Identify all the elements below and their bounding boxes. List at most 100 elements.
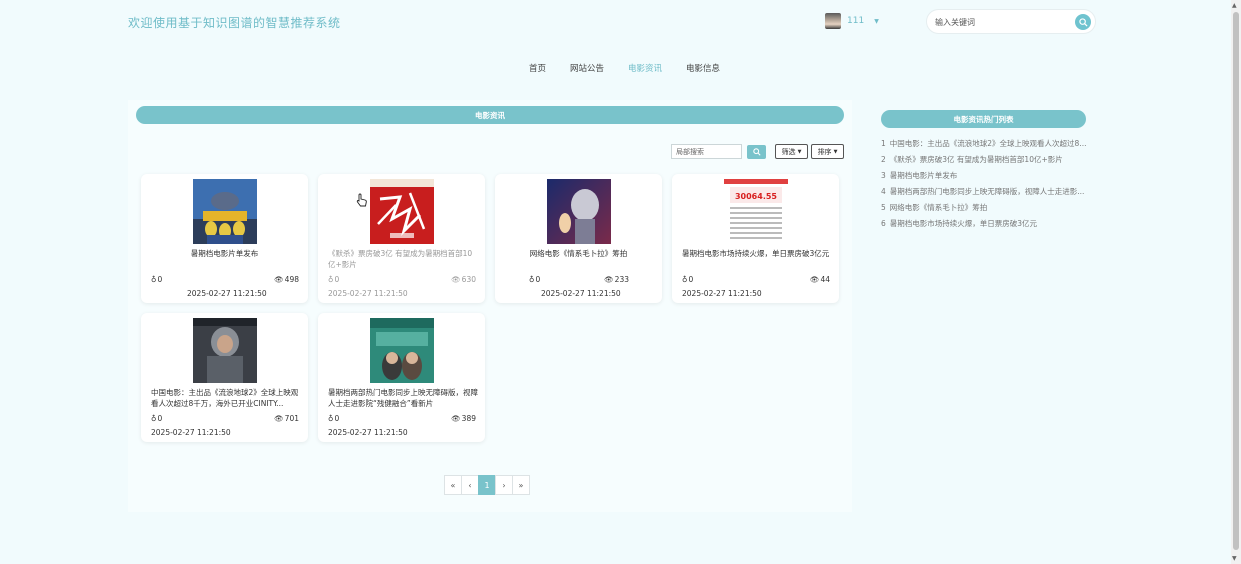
- main-panel: [128, 100, 852, 512]
- view-value: 701: [284, 414, 299, 423]
- filter-dropdown[interactable]: 筛选 ▼: [775, 144, 808, 159]
- sort-dropdown[interactable]: 排序 ▼: [811, 144, 844, 159]
- hot-rank: 3: [881, 171, 886, 180]
- news-card[interactable]: 30064.55 暑期档电影市场持续火爆，单日票房破3亿元 ♁ 0 👁 44 202…: [672, 174, 839, 303]
- header-search: [926, 9, 1096, 34]
- news-card[interactable]: 暑期档电影片单发布 ♁ 0 👁 498 2025-02-27 11:21:50: [141, 174, 308, 303]
- search-icon: [1078, 17, 1088, 27]
- scroll-up-icon[interactable]: ▲: [1232, 2, 1237, 9]
- hot-list-item[interactable]: 6 暑期档电影市场持续火爆，单日票房破3亿元: [881, 219, 1091, 235]
- search-button[interactable]: [1075, 14, 1091, 30]
- like-count[interactable]: ♁ 0: [151, 275, 162, 284]
- poster-image[interactable]: [193, 179, 257, 244]
- hot-list-item[interactable]: 2 《默杀》票房破3亿 有望成为暑期档首部10亿+影片: [881, 155, 1091, 171]
- view-count: 👁 389: [451, 414, 476, 423]
- page-first[interactable]: «: [444, 475, 462, 495]
- card-meta: ♁ 0 👁 233: [529, 275, 629, 284]
- view-count: 👁 498: [274, 275, 299, 284]
- news-card[interactable]: 网络电影《情系毛卜拉》筹拍 ♁ 0 👁 233 2025-02-27 11:21:5…: [495, 174, 662, 303]
- hot-list: 1 中国电影：主出品《流浪地球2》全球上映观看人次超过8... 2 《默杀》票房破3…: [881, 139, 1091, 235]
- poster-image[interactable]: 30064.55: [724, 179, 788, 244]
- local-search-input[interactable]: [671, 144, 742, 159]
- card-date: 2025-02-27 11:21:50: [328, 289, 408, 298]
- local-search-button[interactable]: [747, 145, 766, 159]
- view-value: 44: [820, 275, 830, 284]
- thumbs-up-icon: ♁: [682, 275, 688, 284]
- card-title[interactable]: 网络电影《情系毛卜拉》筹拍: [495, 248, 662, 259]
- search-icon: [752, 148, 761, 156]
- like-count[interactable]: ♁ 0: [151, 414, 162, 423]
- page-last[interactable]: »: [512, 475, 530, 495]
- view-count: 👁 630: [451, 275, 476, 284]
- view-count: 👁 233: [604, 275, 629, 284]
- like-value: 0: [535, 275, 541, 284]
- news-card[interactable]: 《默杀》票房破3亿 有望成为暑期档首部10亿+影片 ♁ 0 👁 630 2025-0…: [318, 174, 485, 303]
- main-nav: 首页 网站公告 电影资讯 电影信息: [0, 62, 1241, 74]
- scroll-down-icon[interactable]: ▼: [1232, 555, 1237, 562]
- hot-title[interactable]: 中国电影：主出品《流浪地球2》全球上映观看人次超过8...: [890, 139, 1087, 148]
- search-input[interactable]: [935, 15, 1070, 29]
- poster-image[interactable]: [547, 179, 611, 244]
- card-meta: ♁ 0 👁 44: [682, 275, 830, 284]
- hot-list-item[interactable]: 3 暑期档电影片单发布: [881, 171, 1091, 187]
- eye-icon: 👁: [604, 275, 614, 284]
- hot-title[interactable]: 网络电影《情系毛卜拉》筹拍: [890, 203, 988, 212]
- view-count: 👁 701: [274, 414, 299, 423]
- like-value: 0: [157, 275, 163, 284]
- card-meta: ♁ 0 👁 630: [328, 275, 476, 284]
- poster-image[interactable]: [370, 318, 434, 383]
- news-card[interactable]: 中国电影：主出品《流浪地球2》全球上映观看人次超过8千万，海外已开业CINITY…: [141, 313, 308, 442]
- card-meta: ♁ 0 👁 498: [151, 275, 299, 284]
- nav-announcements[interactable]: 网站公告: [570, 62, 604, 74]
- hot-title[interactable]: 《默杀》票房破3亿 有望成为暑期档首部10亿+影片: [890, 155, 1063, 164]
- view-count: 👁 44: [810, 275, 830, 284]
- card-title[interactable]: 中国电影：主出品《流浪地球2》全球上映观看人次超过8千万，海外已开业CINITY…: [151, 387, 301, 409]
- view-value: 233: [614, 275, 629, 284]
- page-current[interactable]: 1: [478, 475, 496, 495]
- like-count[interactable]: ♁ 0: [328, 275, 339, 284]
- card-title[interactable]: 暑期档电影市场持续火爆，单日票房破3亿元: [682, 248, 832, 259]
- sidebar-title: 电影资讯热门列表: [881, 110, 1086, 128]
- chevron-down-icon[interactable]: ▼: [874, 18, 879, 25]
- card-date: 2025-02-27 11:21:50: [187, 289, 267, 298]
- like-count[interactable]: ♁ 0: [328, 414, 339, 423]
- like-count[interactable]: ♁ 0: [682, 275, 693, 284]
- thumbs-up-icon: ♁: [151, 414, 157, 423]
- caret-down-icon: ▼: [797, 148, 802, 155]
- nav-movie-news[interactable]: 电影资讯: [628, 62, 662, 74]
- user-menu[interactable]: 111 ▼: [825, 13, 879, 29]
- page-prev[interactable]: ‹: [461, 475, 479, 495]
- pagination: « ‹ 1 › »: [444, 475, 530, 495]
- nav-home[interactable]: 首页: [529, 62, 546, 74]
- card-title[interactable]: 《默杀》票房破3亿 有望成为暑期档首部10亿+影片: [328, 248, 478, 270]
- card-meta: ♁ 0 👁 389: [328, 414, 476, 423]
- poster-image[interactable]: [370, 179, 434, 244]
- thumbs-up-icon: ♁: [328, 275, 334, 284]
- sort-label: 排序: [817, 147, 832, 156]
- hot-title[interactable]: 暑期档电影市场持续火爆，单日票房破3亿元: [890, 219, 1037, 228]
- card-title[interactable]: 暑期档电影片单发布: [141, 248, 308, 259]
- scrollbar[interactable]: ▲ ▼: [1231, 0, 1241, 564]
- page-next[interactable]: ›: [495, 475, 513, 495]
- hot-list-item[interactable]: 4 暑期档两部热门电影同步上映无障碍版，视障人士走进影...: [881, 187, 1091, 203]
- nav-movie-info[interactable]: 电影信息: [686, 62, 720, 74]
- scroll-thumb[interactable]: [1233, 12, 1239, 550]
- news-card[interactable]: 暑期档两部热门电影同步上映无障碍版，视障人士走进影院“残健融合”看新片 ♁ 0 👁…: [318, 313, 485, 442]
- hot-list-item[interactable]: 1 中国电影：主出品《流浪地球2》全球上映观看人次超过8...: [881, 139, 1091, 155]
- card-title[interactable]: 暑期档两部热门电影同步上映无障碍版，视障人士走进影院“残健融合”看新片: [328, 387, 478, 409]
- user-name[interactable]: 111: [847, 16, 864, 26]
- like-count[interactable]: ♁ 0: [529, 275, 540, 284]
- hot-title[interactable]: 暑期档两部热门电影同步上映无障碍版，视障人士走进影...: [890, 187, 1085, 196]
- card-date: 2025-02-27 11:21:50: [541, 289, 621, 298]
- avatar[interactable]: [825, 13, 841, 29]
- hot-title[interactable]: 暑期档电影片单发布: [890, 171, 958, 180]
- hot-list-item[interactable]: 5 网络电影《情系毛卜拉》筹拍: [881, 203, 1091, 219]
- hot-rank: 4: [881, 187, 886, 196]
- thumbs-up-icon: ♁: [529, 275, 535, 284]
- card-date: 2025-02-27 11:21:50: [328, 428, 408, 437]
- poster-image[interactable]: [193, 318, 257, 383]
- card-meta: ♁ 0 👁 701: [151, 414, 299, 423]
- eye-icon: 👁: [451, 414, 461, 423]
- hand-cursor-icon: [356, 192, 368, 211]
- like-value: 0: [334, 414, 340, 423]
